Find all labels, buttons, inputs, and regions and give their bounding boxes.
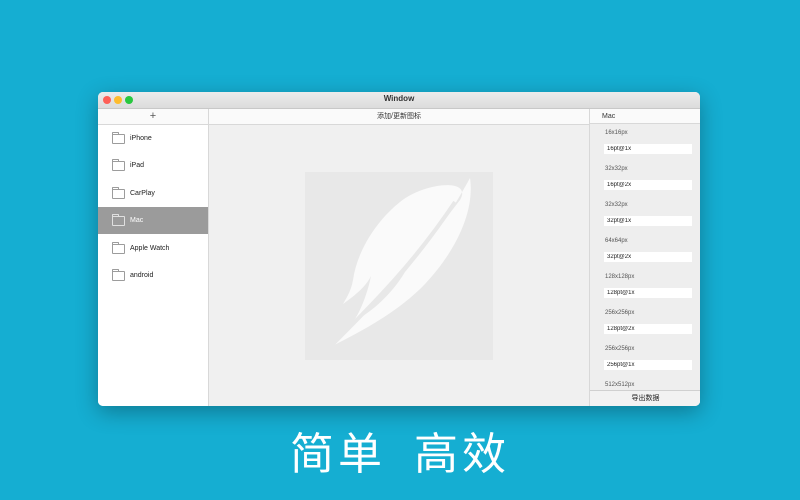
slogan-text: 简单 高效 xyxy=(290,429,510,480)
size-label: 16x16px xyxy=(605,130,628,136)
size-name-field[interactable] xyxy=(604,360,692,370)
folder-icon xyxy=(112,242,125,254)
size-name-field[interactable] xyxy=(604,252,692,262)
app-window: Window + iPhone iPad CarPlay Mac Apple W… xyxy=(98,92,700,406)
size-label: 256x256px xyxy=(605,310,635,316)
sidebar-item-ipad[interactable]: iPad xyxy=(98,152,208,179)
size-settings-pane: Mac 16x16px 32x32px 32x32px 64x64px 128x… xyxy=(589,109,700,406)
size-label: 128x128px xyxy=(605,274,635,280)
icon-drop-area[interactable] xyxy=(305,172,493,360)
folder-icon xyxy=(112,159,125,171)
size-name-field[interactable] xyxy=(604,144,692,154)
size-name-field[interactable] xyxy=(604,180,692,190)
window-title: Window xyxy=(383,94,415,103)
sidebar-item-android[interactable]: android xyxy=(98,262,208,289)
sidebar-item-label: iPhone xyxy=(130,135,152,142)
title-bar[interactable]: Window xyxy=(98,92,700,109)
sidebar-item-label: android xyxy=(130,272,154,279)
sidebar-item-label: Apple Watch xyxy=(130,245,170,252)
icon-preview-pane: 添加/更新图标 xyxy=(209,109,589,406)
sidebar-item-label: CarPlay xyxy=(130,190,155,197)
size-label: 64x64px xyxy=(605,238,628,244)
size-name-field[interactable] xyxy=(604,288,692,298)
size-label: 32x32px xyxy=(605,166,628,172)
export-data-button[interactable]: 导出数据 xyxy=(590,390,700,406)
size-name-field[interactable] xyxy=(604,216,692,226)
folder-icon xyxy=(112,187,125,199)
size-label: 256x256px xyxy=(605,346,635,352)
add-update-icon-button[interactable]: 添加/更新图标 xyxy=(209,109,589,125)
folder-icon xyxy=(112,214,125,226)
sidebar-item-mac[interactable]: Mac xyxy=(98,207,208,234)
size-label: 32x32px xyxy=(605,202,628,208)
sidebar-item-carplay[interactable]: CarPlay xyxy=(98,180,208,207)
platform-sidebar: + iPhone iPad CarPlay Mac Apple Watch an… xyxy=(98,109,209,406)
sidebar-item-apple-watch[interactable]: Apple Watch xyxy=(98,235,208,262)
sidebar-item-label: Mac xyxy=(130,217,144,224)
size-label: 512x512px xyxy=(605,382,635,388)
sidebar-item-iphone[interactable]: iPhone xyxy=(98,125,208,152)
folder-icon xyxy=(112,269,125,281)
sidebar-item-label: iPad xyxy=(130,162,145,169)
add-platform-button[interactable]: + xyxy=(98,109,208,125)
folder-icon xyxy=(112,132,125,144)
size-name-field[interactable] xyxy=(604,324,692,334)
platform-header: Mac xyxy=(590,109,700,124)
feather-icon xyxy=(328,178,471,349)
